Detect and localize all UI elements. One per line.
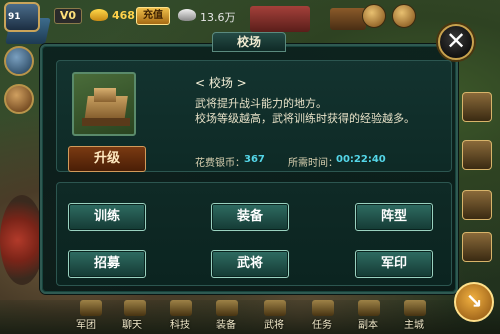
- recruit-button[interactable]: 招募: [68, 250, 146, 278]
- silver-ingot-icon: [178, 9, 196, 21]
- nav-quests[interactable]: 任务: [312, 316, 332, 331]
- cost-value: 367: [244, 154, 265, 165]
- gold-ingot-icon: [90, 9, 108, 21]
- tech-icon: [170, 300, 192, 316]
- nav-generals[interactable]: 武将: [264, 316, 284, 331]
- side-menu-icon[interactable]: [4, 84, 34, 114]
- description-line: 校场等级越高，武将训练时获得的经验越多。: [195, 112, 415, 125]
- building-description: 武将提升战斗能力的地方。 校场等级越高，武将训练时获得的经验越多。: [195, 96, 445, 126]
- formation-button[interactable]: 阵型: [355, 203, 433, 231]
- building-image: [72, 72, 136, 136]
- military-seal-button[interactable]: 军印: [355, 250, 433, 278]
- side-feature-icon[interactable]: [462, 190, 492, 220]
- upgrade-button[interactable]: 升级: [68, 146, 146, 172]
- equipment-button[interactable]: 装备: [211, 203, 289, 231]
- nav-dungeon[interactable]: 副本: [358, 316, 378, 331]
- event-icon[interactable]: [362, 4, 386, 28]
- quest-icon: [312, 300, 334, 316]
- nav-legion[interactable]: 军团: [76, 316, 96, 331]
- expand-arrow-icon[interactable]: ↘: [454, 282, 494, 322]
- side-feature-icon[interactable]: [462, 92, 492, 122]
- recharge-button[interactable]: 充值: [136, 7, 170, 25]
- nav-chat[interactable]: 聊天: [122, 316, 142, 331]
- close-icon[interactable]: ✕: [438, 24, 474, 60]
- building-name: < 校场 >: [195, 76, 247, 90]
- description-line: 武将提升战斗能力的地方。: [195, 97, 327, 110]
- dungeon-icon: [358, 300, 380, 316]
- cost-label: 花费银币：: [195, 158, 245, 169]
- time-value: 00:22:40: [336, 154, 386, 165]
- side-feature-icon[interactable]: [462, 140, 492, 170]
- silver-amount: 13.6万: [200, 11, 236, 24]
- hud-right-icons: [362, 4, 422, 28]
- time-label: 所需时间：: [288, 158, 338, 169]
- general-icon: [264, 300, 286, 316]
- player-level: 91: [8, 12, 21, 22]
- side-feature-icon[interactable]: [462, 232, 492, 262]
- chat-icon: [124, 300, 146, 316]
- nav-equipment[interactable]: 装备: [216, 316, 236, 331]
- legion-icon: [80, 300, 102, 316]
- dialog-title: 校场: [212, 32, 286, 52]
- generals-button[interactable]: 武将: [211, 250, 289, 278]
- top-hud: 91 V0 468 充值 13.6万: [0, 0, 500, 34]
- side-menu-icon[interactable]: [4, 46, 34, 76]
- vip-badge[interactable]: V0: [54, 8, 82, 24]
- gold-amount: 468: [112, 9, 135, 22]
- train-button[interactable]: 训练: [68, 203, 146, 231]
- bottom-navigation: 军团 聊天 科技 装备 武将 任务 副本 主城: [0, 300, 500, 334]
- red-plaza: [0, 195, 44, 285]
- nav-main-city[interactable]: 主城: [404, 316, 424, 331]
- treasure-icon[interactable]: [392, 4, 416, 28]
- nav-tech[interactable]: 科技: [170, 316, 190, 331]
- player-avatar[interactable]: 91: [4, 2, 40, 32]
- equip-icon: [216, 300, 238, 316]
- city-icon: [404, 300, 426, 316]
